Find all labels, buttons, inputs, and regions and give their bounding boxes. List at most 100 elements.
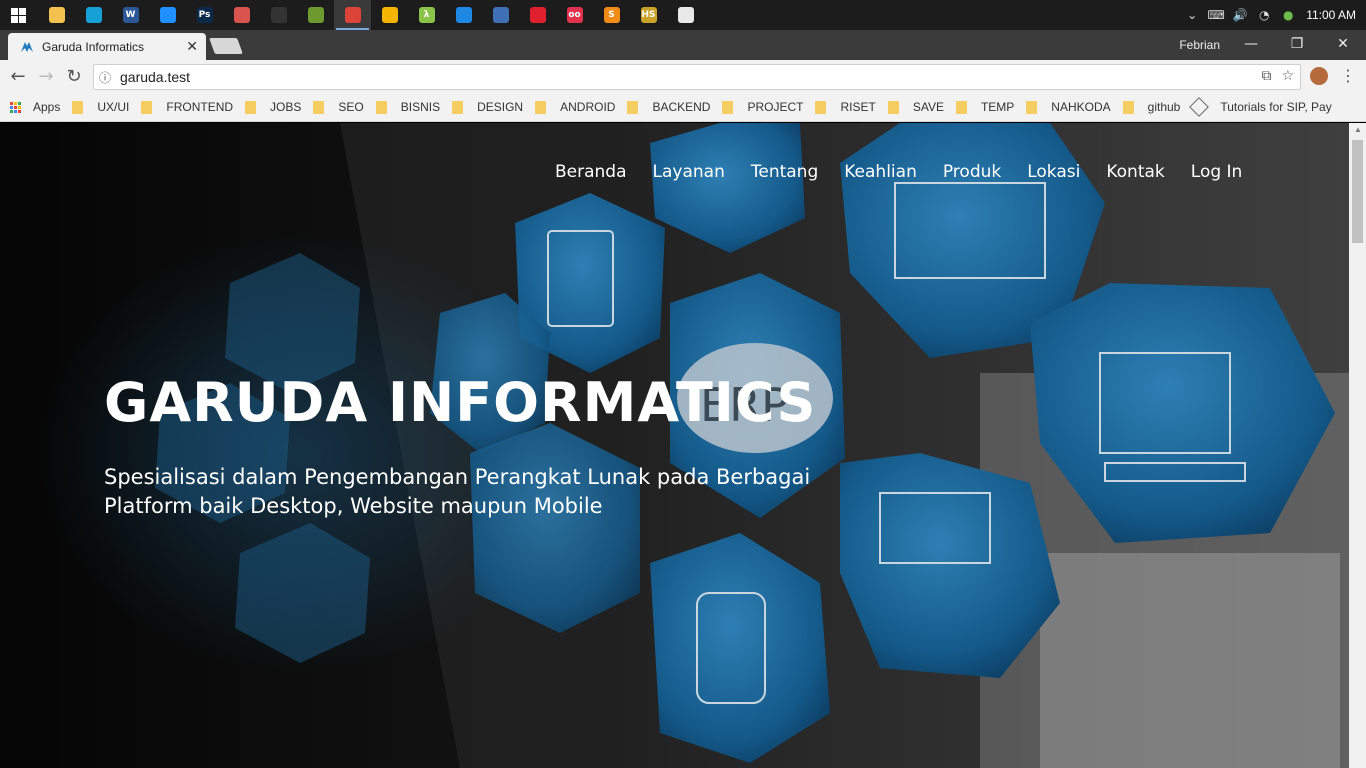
bookmark-folder[interactable]: NAHKODA	[1026, 100, 1111, 114]
word-icon: W	[122, 7, 139, 23]
nav-link-beranda[interactable]: Beranda	[555, 162, 627, 182]
bookmark-folder[interactable]: JOBS	[245, 100, 301, 114]
bookmark-folder[interactable]: DESIGN	[452, 100, 523, 114]
taskbar-app[interactable]	[75, 0, 112, 30]
taskbar-app[interactable]: Ps	[186, 0, 223, 30]
back-arrow-icon[interactable]: ←	[4, 63, 32, 91]
bookmark-folder[interactable]: github	[1122, 100, 1181, 114]
chevron-up-icon[interactable]: ⌄	[1180, 8, 1204, 22]
folder-icon	[313, 100, 325, 114]
taskbar-app[interactable]	[149, 0, 186, 30]
taskbar-app[interactable]	[667, 0, 704, 30]
address-bar[interactable]: ⓘ garuda.test ⧉ ☆	[93, 64, 1301, 90]
taskbar-app[interactable]	[519, 0, 556, 30]
bookmark-folder[interactable]: TEMP	[955, 100, 1014, 114]
bookmark-folder[interactable]: BACKEND	[627, 100, 710, 114]
network-icon	[492, 7, 509, 23]
windows-taskbar: W Ps λ oo S HS ⌄ ⌨ 🔊 ◔ ● 11:00 AM	[0, 0, 1366, 30]
hs-app-icon: HS	[640, 7, 657, 23]
page-scrollbar[interactable]: ▲	[1349, 123, 1366, 768]
folder-icon	[815, 100, 827, 114]
reload-icon[interactable]: ↻	[60, 63, 88, 91]
scroll-thumb[interactable]	[1352, 140, 1363, 243]
bookmarks-bar: Apps UX/UI FRONTEND JOBS SEO BISNIS DESIGN ANDR…	[0, 93, 1366, 122]
taskbar-app[interactable]: oo	[556, 0, 593, 30]
taskbar-app[interactable]	[371, 0, 408, 30]
taskbar-app[interactable]: HS	[630, 0, 667, 30]
taskbar-app[interactable]	[38, 0, 75, 30]
start-button[interactable]	[0, 0, 36, 30]
translate-icon[interactable]: ⧉	[1261, 68, 1271, 84]
wifi-icon[interactable]: ◔	[1252, 8, 1276, 22]
bookmark-label: JOBS	[270, 100, 302, 114]
taskbar-app[interactable]	[297, 0, 334, 30]
scroll-up-arrow-icon[interactable]: ▲	[1354, 125, 1362, 134]
folder-icon	[1122, 100, 1134, 114]
nav-link-layanan[interactable]: Layanan	[653, 162, 725, 182]
keep-icon	[381, 7, 398, 23]
bookmark-folder[interactable]: RISET	[815, 100, 876, 114]
menu-kebab-icon[interactable]: ⋮	[1340, 66, 1356, 85]
forward-arrow-icon[interactable]: →	[32, 63, 60, 91]
taskbar-apps: W Ps λ oo S HS	[38, 0, 704, 30]
bookmark-folder[interactable]: SAVE	[887, 100, 944, 114]
nav-link-keahlian[interactable]: Keahlian	[844, 162, 917, 182]
nav-link-produk[interactable]: Produk	[943, 162, 1001, 182]
bookmark-folder[interactable]: SEO	[313, 100, 364, 114]
minimize-icon[interactable]: —	[1228, 30, 1274, 58]
profile-name[interactable]: Febrian	[1179, 38, 1220, 52]
apps-shortcut[interactable]: Apps	[10, 100, 60, 114]
taskbar-app[interactable]: λ	[408, 0, 445, 30]
bookmark-star-icon[interactable]: ☆	[1281, 68, 1294, 84]
bookmark-folder[interactable]: BISNIS	[375, 100, 440, 114]
system-tray: ⌄ ⌨ 🔊 ◔ ● 11:00 AM	[1180, 0, 1366, 30]
browser-tab[interactable]: Garuda Informatics ✕	[8, 33, 206, 60]
folder-icon	[375, 100, 387, 114]
bookmark-folder[interactable]: PROJECT	[722, 100, 803, 114]
app-green-icon	[307, 7, 324, 23]
bookmark-label: github	[1147, 100, 1181, 114]
nav-link-log-in[interactable]: Log In	[1191, 162, 1243, 182]
garuda-favicon-icon	[21, 41, 33, 52]
taskbar-app[interactable]	[260, 0, 297, 30]
tab-strip: Garuda Informatics ✕	[0, 30, 1366, 60]
folder-icon	[887, 100, 899, 114]
folder-icon	[955, 100, 967, 114]
taskbar-app[interactable]: S	[593, 0, 630, 30]
restore-icon[interactable]: ❐	[1274, 30, 1320, 58]
site-navigation: Beranda Layanan Tentang Keahlian Produk Lokas…	[555, 162, 1242, 182]
taskbar-app[interactable]: W	[112, 0, 149, 30]
bookmark-label: BACKEND	[652, 100, 711, 114]
sync-icon[interactable]: ●	[1276, 8, 1300, 22]
hero-background-image: ERP	[0, 123, 1349, 768]
volume-icon[interactable]: 🔊	[1228, 8, 1252, 22]
nav-link-kontak[interactable]: Kontak	[1106, 162, 1164, 182]
url-text[interactable]: garuda.test	[120, 69, 190, 85]
sublime-icon: S	[603, 7, 620, 23]
taskbar-app[interactable]	[445, 0, 482, 30]
profile-avatar[interactable]	[1310, 67, 1328, 85]
bookmark-label: PROJECT	[747, 100, 804, 114]
taskbar-app[interactable]	[334, 0, 371, 30]
app-blue-icon	[159, 7, 176, 23]
close-tab-icon[interactable]: ✕	[186, 39, 198, 55]
hero-subtitle: Spesialisasi dalam Pengembangan Perangka…	[104, 465, 811, 518]
bookmark-folder[interactable]: ANDROID	[535, 100, 615, 114]
tab-title: Garuda Informatics	[42, 39, 145, 54]
bookmark-folder[interactable]: FRONTEND	[141, 100, 233, 114]
taskbar-app[interactable]	[223, 0, 260, 30]
clock[interactable]: 11:00 AM	[1300, 8, 1366, 22]
bookmark-folder[interactable]: UX/UI	[72, 100, 129, 114]
paint-icon	[233, 7, 250, 23]
new-tab-button[interactable]	[209, 38, 243, 54]
bookmark-label: Apps	[33, 100, 61, 114]
taskbar-app[interactable]	[482, 0, 519, 30]
bookmark-extension[interactable]: Tutorials for SIP, Pay	[1189, 97, 1332, 117]
apps-grid-icon	[10, 101, 21, 113]
app-teal-icon	[455, 7, 472, 23]
language-icon[interactable]: ⌨	[1204, 8, 1228, 22]
info-icon[interactable]: ⓘ	[94, 69, 116, 86]
nav-link-lokasi[interactable]: Lokasi	[1027, 162, 1080, 182]
nav-link-tentang[interactable]: Tentang	[751, 162, 818, 182]
close-window-icon[interactable]: ✕	[1320, 30, 1366, 58]
